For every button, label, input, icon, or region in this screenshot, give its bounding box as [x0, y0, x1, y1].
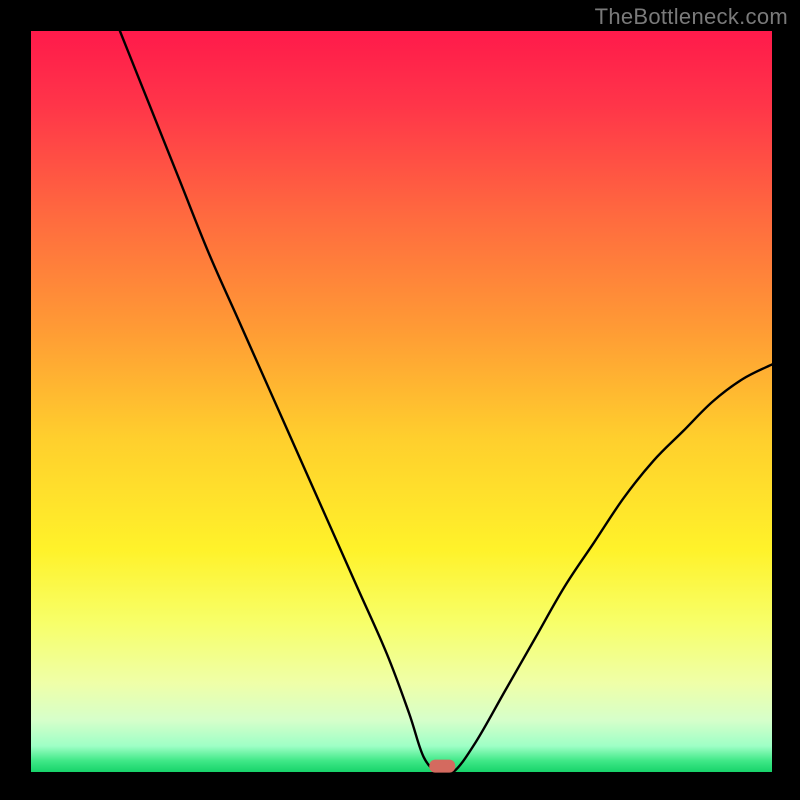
chart-frame: TheBottleneck.com [0, 0, 800, 800]
gradient-background [31, 31, 772, 772]
optimal-point-marker [429, 760, 455, 773]
bottleneck-chart [0, 0, 800, 800]
